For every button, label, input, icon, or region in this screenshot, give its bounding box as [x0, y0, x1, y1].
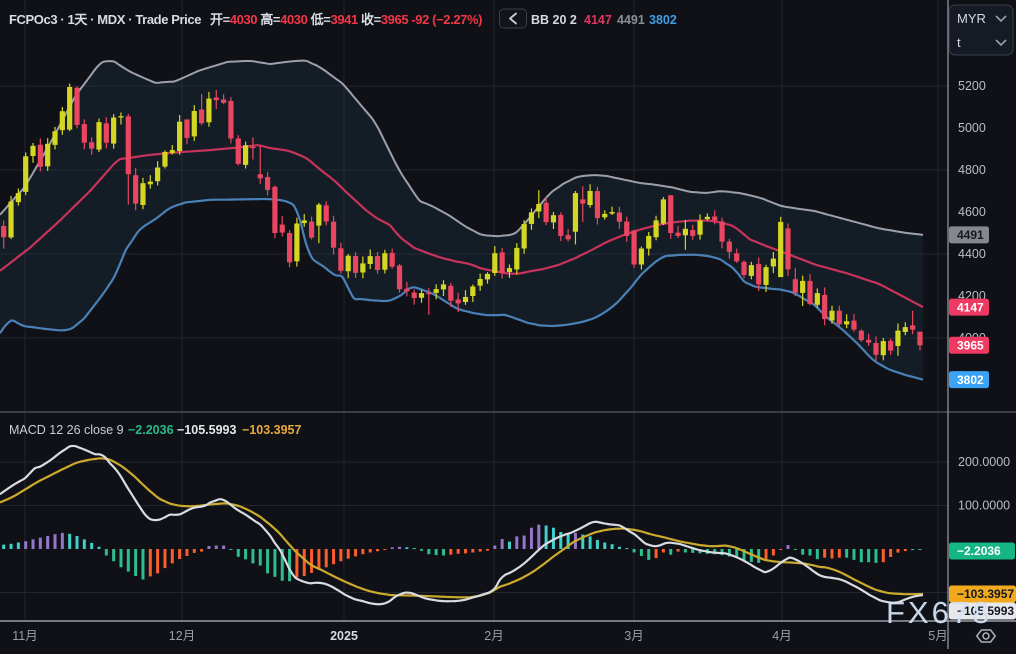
svg-text:11月: 11月	[12, 629, 37, 643]
svg-text:3965: 3965	[957, 339, 984, 353]
svg-text:−103.3957: −103.3957	[242, 423, 301, 437]
svg-text:4147: 4147	[584, 13, 612, 27]
svg-text:3802: 3802	[957, 373, 984, 387]
svg-text:4491: 4491	[957, 228, 984, 242]
svg-text:−2.2036: −2.2036	[957, 544, 1001, 558]
svg-text:200.0000: 200.0000	[958, 455, 1010, 469]
svg-text:3802: 3802	[649, 13, 677, 27]
svg-text:BB 20 2: BB 20 2	[531, 13, 577, 27]
svg-text:4491: 4491	[617, 13, 645, 27]
svg-text:100.0000: 100.0000	[958, 499, 1010, 513]
svg-text:4147: 4147	[957, 300, 984, 314]
svg-text:5月: 5月	[928, 629, 947, 643]
svg-text:12月: 12月	[169, 629, 195, 643]
svg-text:t: t	[957, 35, 961, 50]
svg-text:FX678: FX678	[886, 595, 992, 630]
svg-text:4800: 4800	[958, 163, 986, 177]
svg-text:MYR: MYR	[957, 11, 986, 26]
svg-text:5000: 5000	[958, 121, 986, 135]
svg-text:MACD 12 26 close 9: MACD 12 26 close 9	[9, 423, 124, 437]
svg-text:4400: 4400	[958, 247, 986, 261]
svg-text:−2.2036: −2.2036	[128, 423, 174, 437]
svg-text:−105.5993: −105.5993	[177, 423, 236, 437]
svg-text:开=4030 高=4030 低=3941 收=3965 -9: 开=4030 高=4030 低=3941 收=3965 -92 (−2.27%)	[210, 12, 482, 27]
svg-text:4月: 4月	[772, 629, 791, 643]
svg-text:4600: 4600	[958, 205, 986, 219]
svg-text:3月: 3月	[624, 629, 643, 643]
svg-text:2月: 2月	[484, 629, 503, 643]
svg-text:2025: 2025	[330, 629, 358, 643]
svg-text:5200: 5200	[958, 79, 986, 93]
svg-text:FCPOc3 · 1天 · MDX · Trade Pric: FCPOc3 · 1天 · MDX · Trade Price	[9, 12, 201, 27]
